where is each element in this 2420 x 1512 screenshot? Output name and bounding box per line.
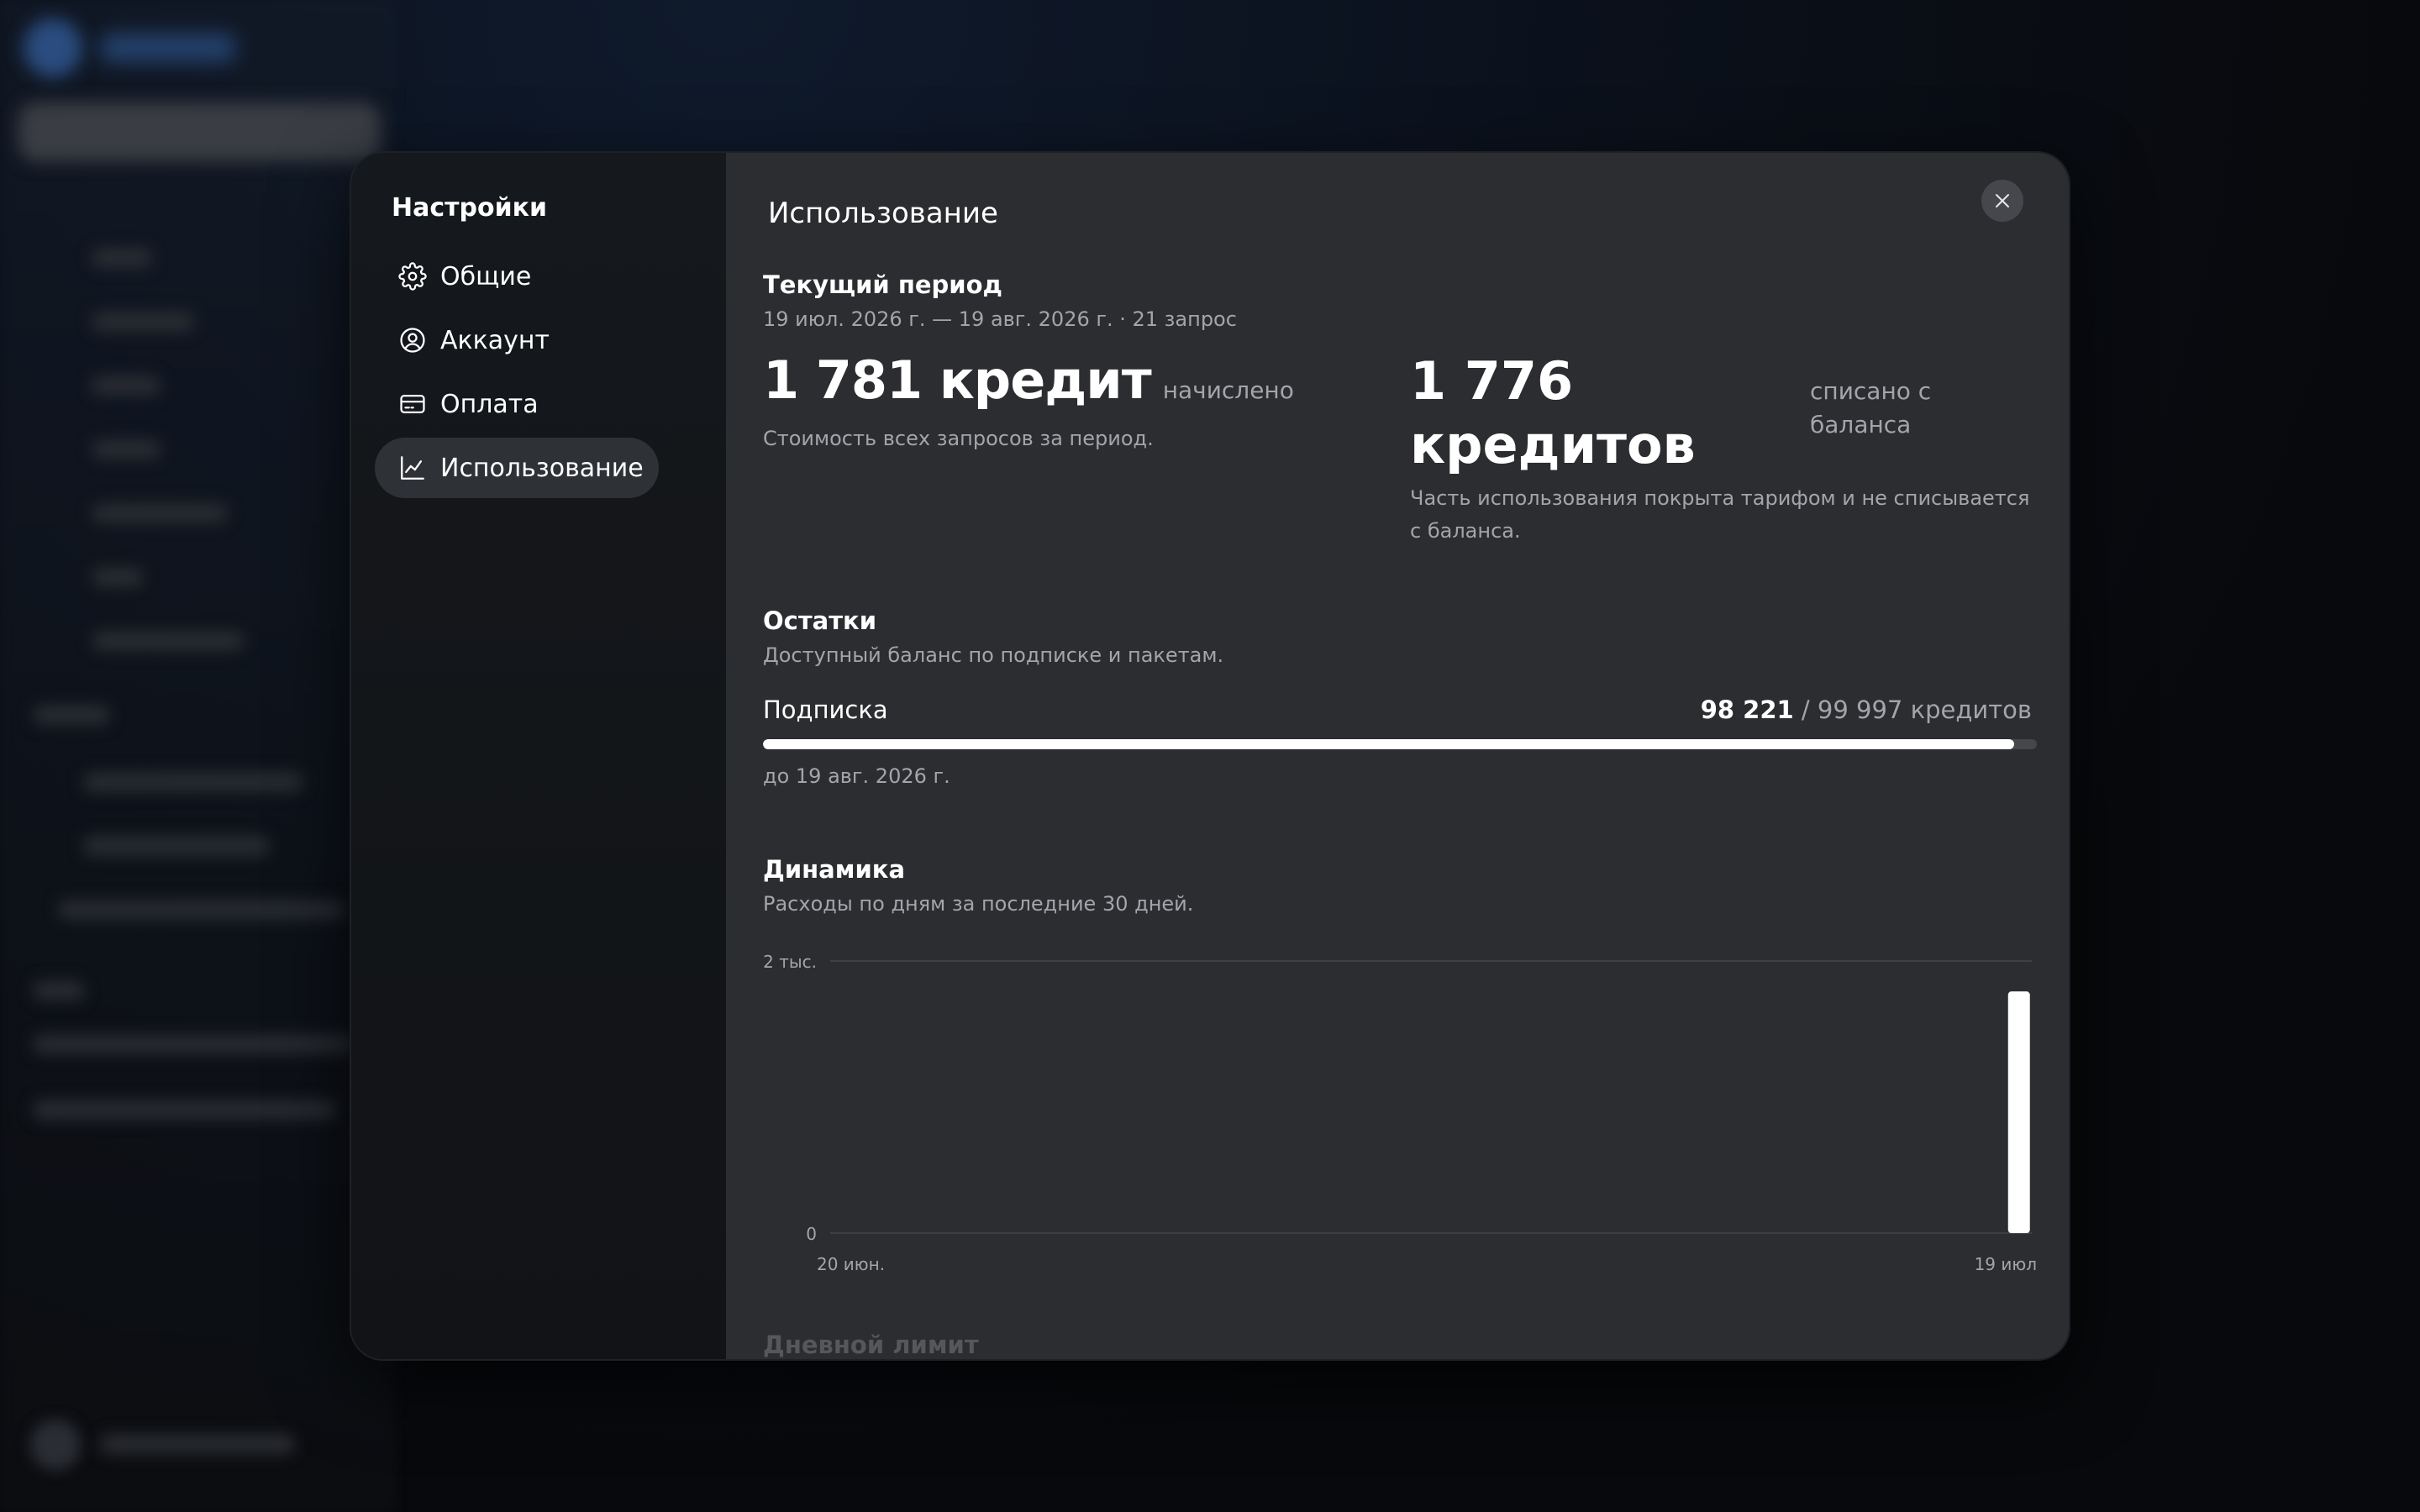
background-line — [92, 504, 227, 522]
nav-item-label: Оплата — [440, 389, 539, 419]
period-range: 19 июл. 2026 г. — 19 авг. 2026 г. · 21 з… — [763, 307, 1237, 331]
dynamics-desc: Расходы по дням за последние 30 дней. — [763, 892, 1194, 916]
balances-section: Остатки Доступный баланс по подписке и п… — [763, 606, 2037, 788]
chart-bar — [2007, 991, 2030, 1233]
current-period-section: Текущий период 19 июл. 2026 г. — 19 авг.… — [763, 270, 2032, 548]
chart-line-icon — [401, 456, 424, 480]
background-logo-icon — [24, 18, 82, 77]
nav-item-billing[interactable]: Оплата — [375, 374, 659, 434]
settings-modal: Настройки Общие Аккаунт Оплата Использов… — [350, 151, 2070, 1361]
background-search — [18, 102, 380, 161]
background-line — [84, 773, 302, 791]
y-tick-label: 0 — [806, 1224, 817, 1244]
credit-card-icon — [400, 394, 425, 414]
background-line — [59, 900, 345, 919]
subscription-total: / 99 997 кредитов — [1801, 696, 2032, 724]
balances-desc: Доступный баланс по подписке и пакетам. — [763, 643, 1224, 667]
charged-value: 1 781 кредит — [763, 349, 1152, 411]
section-title: Остатки — [763, 606, 877, 635]
background-line — [101, 1435, 294, 1453]
chart-svg: 2 тыс. 020 июн. 19 июл — [763, 952, 2037, 1274]
nav-item-label: Аккаунт — [440, 325, 550, 355]
background-line — [84, 837, 269, 855]
daily-limit-title: Дневной лимит — [763, 1331, 979, 1359]
settings-title: Настройки — [392, 193, 548, 223]
background-line — [92, 568, 143, 586]
background-line — [92, 440, 160, 459]
background-line — [34, 981, 84, 1000]
charged-desc: Стоимость всех запросов за период. — [763, 427, 1154, 450]
nav-item-label: Общие — [440, 261, 532, 291]
subscription-count: 98 221 / 99 997 кредитов — [1701, 696, 2032, 724]
charged-label: начислено — [1162, 376, 1294, 404]
background-line — [92, 249, 151, 267]
subscription-used: 98 221 — [1700, 696, 1794, 724]
background-line — [34, 1100, 336, 1119]
background-user-avatar — [30, 1420, 81, 1470]
page-title: Использование — [768, 197, 998, 230]
nav-item-label: Использование — [440, 453, 644, 483]
nav-item-account[interactable]: Аккаунт — [375, 310, 659, 370]
subscription-progress-fill — [763, 739, 2014, 749]
background-line — [92, 376, 160, 395]
background-line — [92, 312, 193, 331]
debited-desc: Часть использования покрыта тарифом и не… — [1410, 486, 2030, 543]
debited-label: списано с баланса — [1810, 377, 1932, 438]
subscription-row: Подписка 98 221 / 99 997 кредитов — [763, 696, 2032, 724]
subscription-name: Подписка — [763, 696, 888, 724]
background-line — [34, 1035, 353, 1053]
background-sidebar — [0, 0, 395, 1512]
x-tick-label: 19 июл — [1975, 1254, 2037, 1274]
section-title: Динамика — [763, 855, 906, 884]
background-line — [34, 706, 109, 724]
close-button[interactable] — [1981, 180, 2023, 222]
y-tick-label: 2 тыс. — [763, 952, 817, 972]
gear-icon — [398, 262, 427, 291]
section-title: Текущий период — [763, 270, 1002, 299]
usage-content: Использование Текущий период 19 июл. 202… — [726, 153, 2069, 1359]
stats-row: 1 781 кредит начислено Стоимость всех за… — [763, 349, 2032, 548]
daily-usage-chart: 2 тыс. 0 20 июн. 19 июл — [763, 941, 2037, 1294]
charged-stat: 1 781 кредит начислено Стоимость всех за… — [763, 349, 1410, 548]
close-icon — [1996, 194, 2009, 207]
x-tick-label: 20 июн. — [817, 1254, 885, 1274]
subscription-until: до 19 авг. 2026 г. — [763, 764, 950, 788]
subscription-progress — [763, 739, 2037, 749]
debited-value: 1 776 кредитов — [1410, 350, 1696, 475]
nav-item-general[interactable]: Общие — [375, 246, 659, 307]
user-circle-icon — [400, 328, 425, 353]
dynamics-section: Динамика Расходы по дням за последние 30… — [763, 855, 2037, 1294]
background-logo-text — [101, 34, 235, 62]
background-line — [92, 632, 244, 650]
nav-item-usage[interactable]: Использование — [375, 438, 659, 498]
settings-nav: Настройки Общие Аккаунт Оплата Использов… — [351, 153, 726, 1359]
debited-stat: 1 776 кредитов списано с баланса Часть и… — [1410, 349, 2032, 548]
